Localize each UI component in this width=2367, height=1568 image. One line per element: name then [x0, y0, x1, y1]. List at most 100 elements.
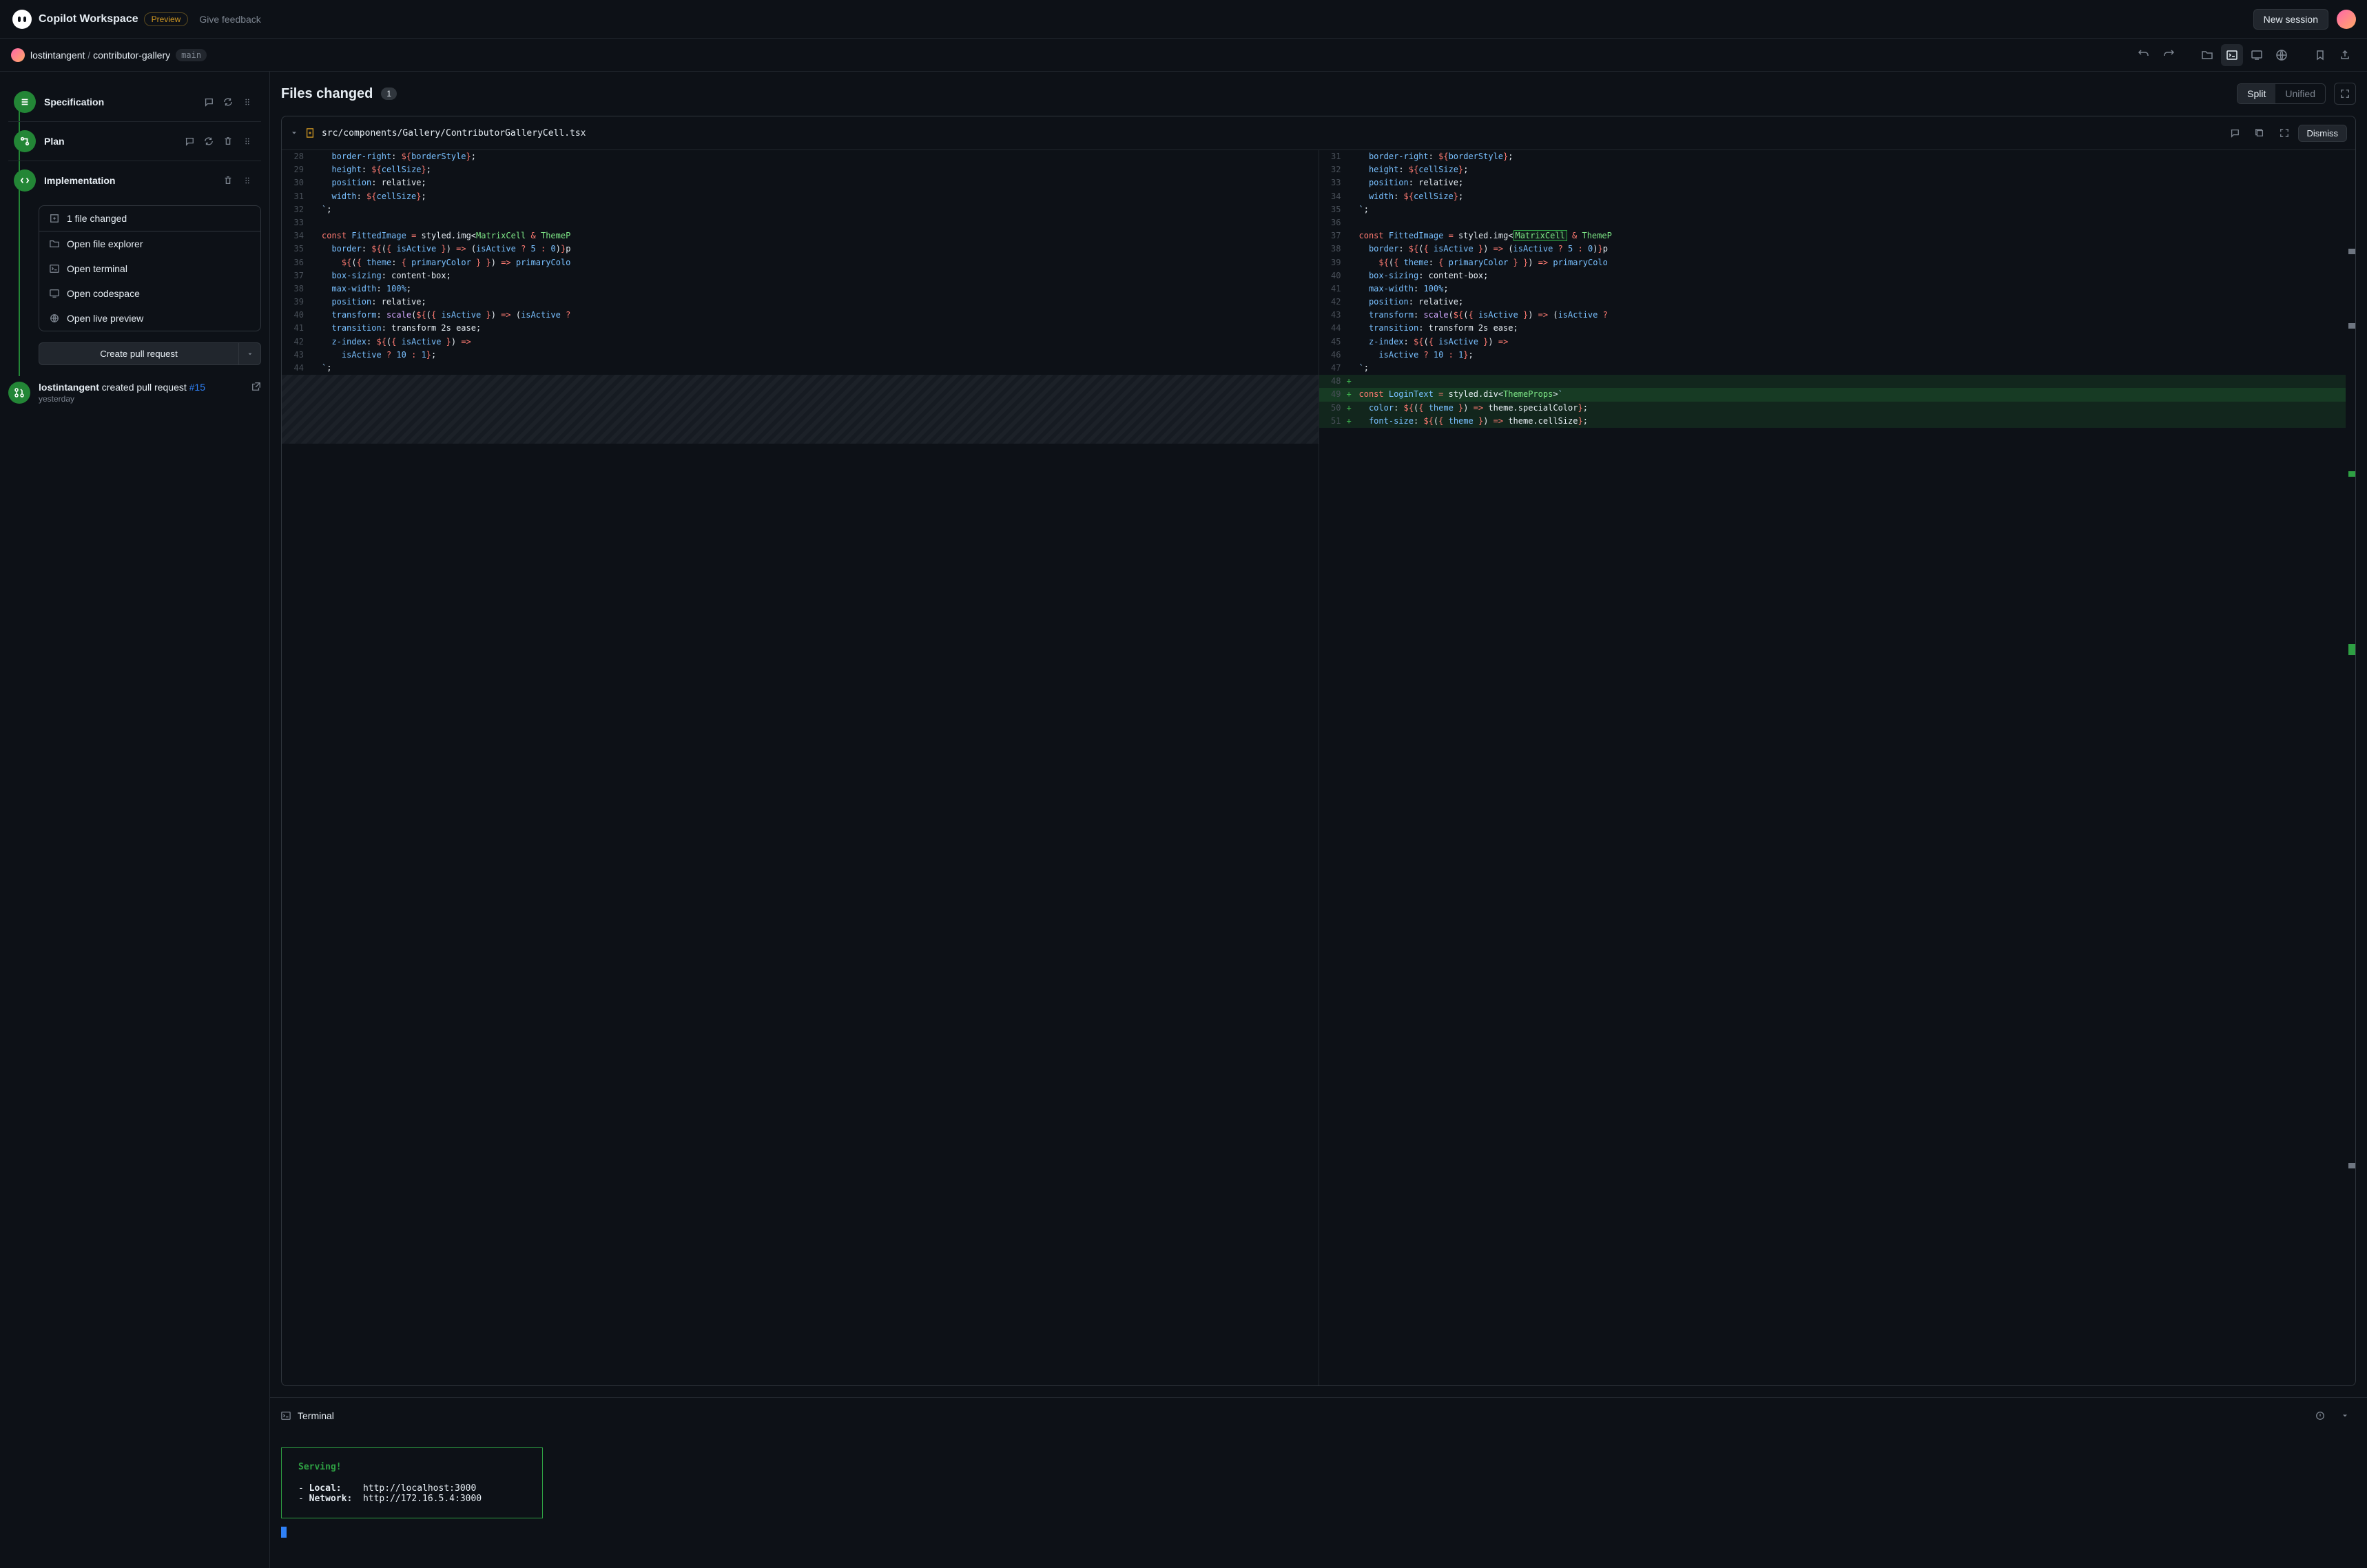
logo-group: Copilot Workspace Preview: [11, 8, 188, 30]
diff-body[interactable]: 28 border-right: ${borderStyle};29 heigh…: [282, 150, 2355, 1385]
trash-icon[interactable]: [220, 172, 236, 189]
diff-line: 37 box-sizing: content-box;: [282, 269, 1319, 282]
globe-icon: [49, 313, 60, 324]
minimap[interactable]: [2346, 150, 2355, 1385]
files-changed-title: Files changed: [281, 86, 373, 102]
diff-line: 38 border: ${({ isActive }) => (isActive…: [1319, 243, 2356, 256]
terminal-icon: [281, 1411, 291, 1421]
copilot-logo-icon: [11, 8, 33, 30]
diff-line: 50+ color: ${({ theme }) => theme.specia…: [1319, 402, 2356, 415]
serving-box: Serving! - Local: http://localhost:3000 …: [281, 1447, 543, 1518]
drag-icon[interactable]: [239, 94, 256, 110]
file-path[interactable]: src/components/Gallery/ContributorGaller…: [322, 128, 586, 138]
diff-line: 34 const FittedImage = styled.img<Matrix…: [282, 229, 1319, 243]
terminal-toolbar-icon[interactable]: [2221, 44, 2243, 66]
spec-section[interactable]: Specification: [8, 83, 261, 122]
diff-line: 44 transition: transform 2s ease;: [1319, 322, 2356, 335]
repo-subheader: lostintangent / contributor-gallery main: [0, 39, 2367, 72]
trash-icon[interactable]: [220, 133, 236, 149]
file-diff-icon: [305, 128, 315, 138]
diff-line: 40 box-sizing: content-box;: [1319, 269, 2356, 282]
diff-right-column: 31 border-right: ${borderStyle};32 heigh…: [1319, 150, 2356, 1385]
content-header: Files changed 1 Split Unified: [270, 72, 2367, 116]
diff-line: 39 ${({ theme: { primaryColor } }) => pr…: [1319, 256, 2356, 269]
chevron-down-icon[interactable]: [290, 129, 298, 137]
diff-line: 44 `;: [282, 362, 1319, 375]
diff-line: 34 width: ${cellSize};: [1319, 190, 2356, 203]
drag-icon[interactable]: [239, 133, 256, 149]
dismiss-button[interactable]: Dismiss: [2298, 125, 2348, 142]
breadcrumb-owner[interactable]: lostintangent: [30, 50, 85, 61]
diff-line: 31 width: ${cellSize};: [282, 190, 1319, 203]
pr-event: lostintangent created pull request #15 y…: [8, 382, 261, 404]
diff-line: 33 position: relative;: [1319, 176, 2356, 189]
diff-icon: [49, 213, 60, 224]
expand-file-icon[interactable]: [2273, 122, 2295, 144]
bookmark-icon[interactable]: [2309, 44, 2331, 66]
sidebar: Specification Plan Implem: [0, 72, 270, 1568]
chevron-down-icon[interactable]: [2334, 1405, 2356, 1427]
pr-link[interactable]: #15: [189, 382, 205, 393]
diff-line: 29 height: ${cellSize};: [282, 163, 1319, 176]
open-preview-row[interactable]: Open live preview: [39, 306, 260, 331]
terminal-icon: [49, 263, 60, 274]
file-changed-row[interactable]: 1 file changed: [39, 206, 260, 231]
terminal-header: Terminal: [270, 1398, 2367, 1434]
diff-line: 37 const FittedImage = styled.img<Matrix…: [1319, 229, 2356, 243]
undo-icon[interactable]: [2133, 44, 2155, 66]
give-feedback-link[interactable]: Give feedback: [199, 14, 261, 25]
diff-line: 36: [1319, 216, 2356, 229]
implementation-box: 1 file changed Open file explorer Open t…: [39, 205, 261, 331]
globe-icon[interactable]: [2271, 44, 2293, 66]
new-session-button[interactable]: New session: [2253, 9, 2328, 30]
codespace-icon: [49, 288, 60, 299]
alert-icon[interactable]: [2309, 1405, 2331, 1427]
diff-line: 43 isActive ? 10 : 1};: [282, 349, 1319, 362]
diff-line: 40 transform: scale(${({ isActive }) => …: [282, 309, 1319, 322]
comment-icon[interactable]: [181, 133, 198, 149]
external-link-icon[interactable]: [251, 382, 261, 391]
diff-line: 41 max-width: 100%;: [1319, 282, 2356, 296]
folder-icon[interactable]: [2196, 44, 2218, 66]
open-terminal-row[interactable]: Open terminal: [39, 256, 260, 281]
plan-icon: [14, 130, 36, 152]
terminal-cursor: [281, 1527, 287, 1538]
codespace-icon[interactable]: [2246, 44, 2268, 66]
diff-line: 28 border-right: ${borderStyle};: [282, 150, 1319, 163]
refresh-icon[interactable]: [220, 94, 236, 110]
comment-icon[interactable]: [2224, 122, 2246, 144]
create-pr-button[interactable]: Create pull request: [39, 342, 239, 365]
impl-section[interactable]: Implementation: [8, 161, 261, 200]
product-name: Copilot Workspace: [39, 13, 138, 25]
terminal-body[interactable]: Serving! - Local: http://localhost:3000 …: [270, 1434, 2367, 1568]
copy-icon[interactable]: [2249, 122, 2271, 144]
diff-line: 33: [282, 216, 1319, 229]
diff-line: 51+ font-size: ${({ theme }) => theme.ce…: [1319, 415, 2356, 428]
drag-icon[interactable]: [239, 172, 256, 189]
diff-line: 48+: [1319, 375, 2356, 388]
redo-icon[interactable]: [2158, 44, 2180, 66]
diff-line: 41 transition: transform 2s ease;: [282, 322, 1319, 335]
breadcrumb-repo[interactable]: contributor-gallery: [93, 50, 170, 61]
git-pr-icon: [8, 382, 30, 404]
serving-title: Serving!: [298, 1462, 526, 1472]
plan-section[interactable]: Plan: [8, 122, 261, 161]
diff-line: 39 position: relative;: [282, 296, 1319, 309]
expand-icon[interactable]: [2334, 83, 2356, 105]
list-icon: [14, 91, 36, 113]
preview-badge: Preview: [144, 12, 189, 26]
refresh-icon[interactable]: [200, 133, 217, 149]
share-icon[interactable]: [2334, 44, 2356, 66]
create-pr-dropdown[interactable]: [239, 342, 261, 365]
diff-line: 47 `;: [1319, 362, 2356, 375]
open-codespace-row[interactable]: Open codespace: [39, 281, 260, 306]
comment-icon[interactable]: [200, 94, 217, 110]
user-avatar[interactable]: [2337, 10, 2356, 29]
diff-line: 32 height: ${cellSize};: [1319, 163, 2356, 176]
folder-icon: [49, 238, 60, 249]
open-explorer-row[interactable]: Open file explorer: [39, 231, 260, 256]
branch-badge[interactable]: main: [176, 49, 207, 61]
unified-option[interactable]: Unified: [2275, 84, 2325, 103]
split-option[interactable]: Split: [2237, 84, 2275, 103]
diff-line: 46 isActive ? 10 : 1};: [1319, 349, 2356, 362]
